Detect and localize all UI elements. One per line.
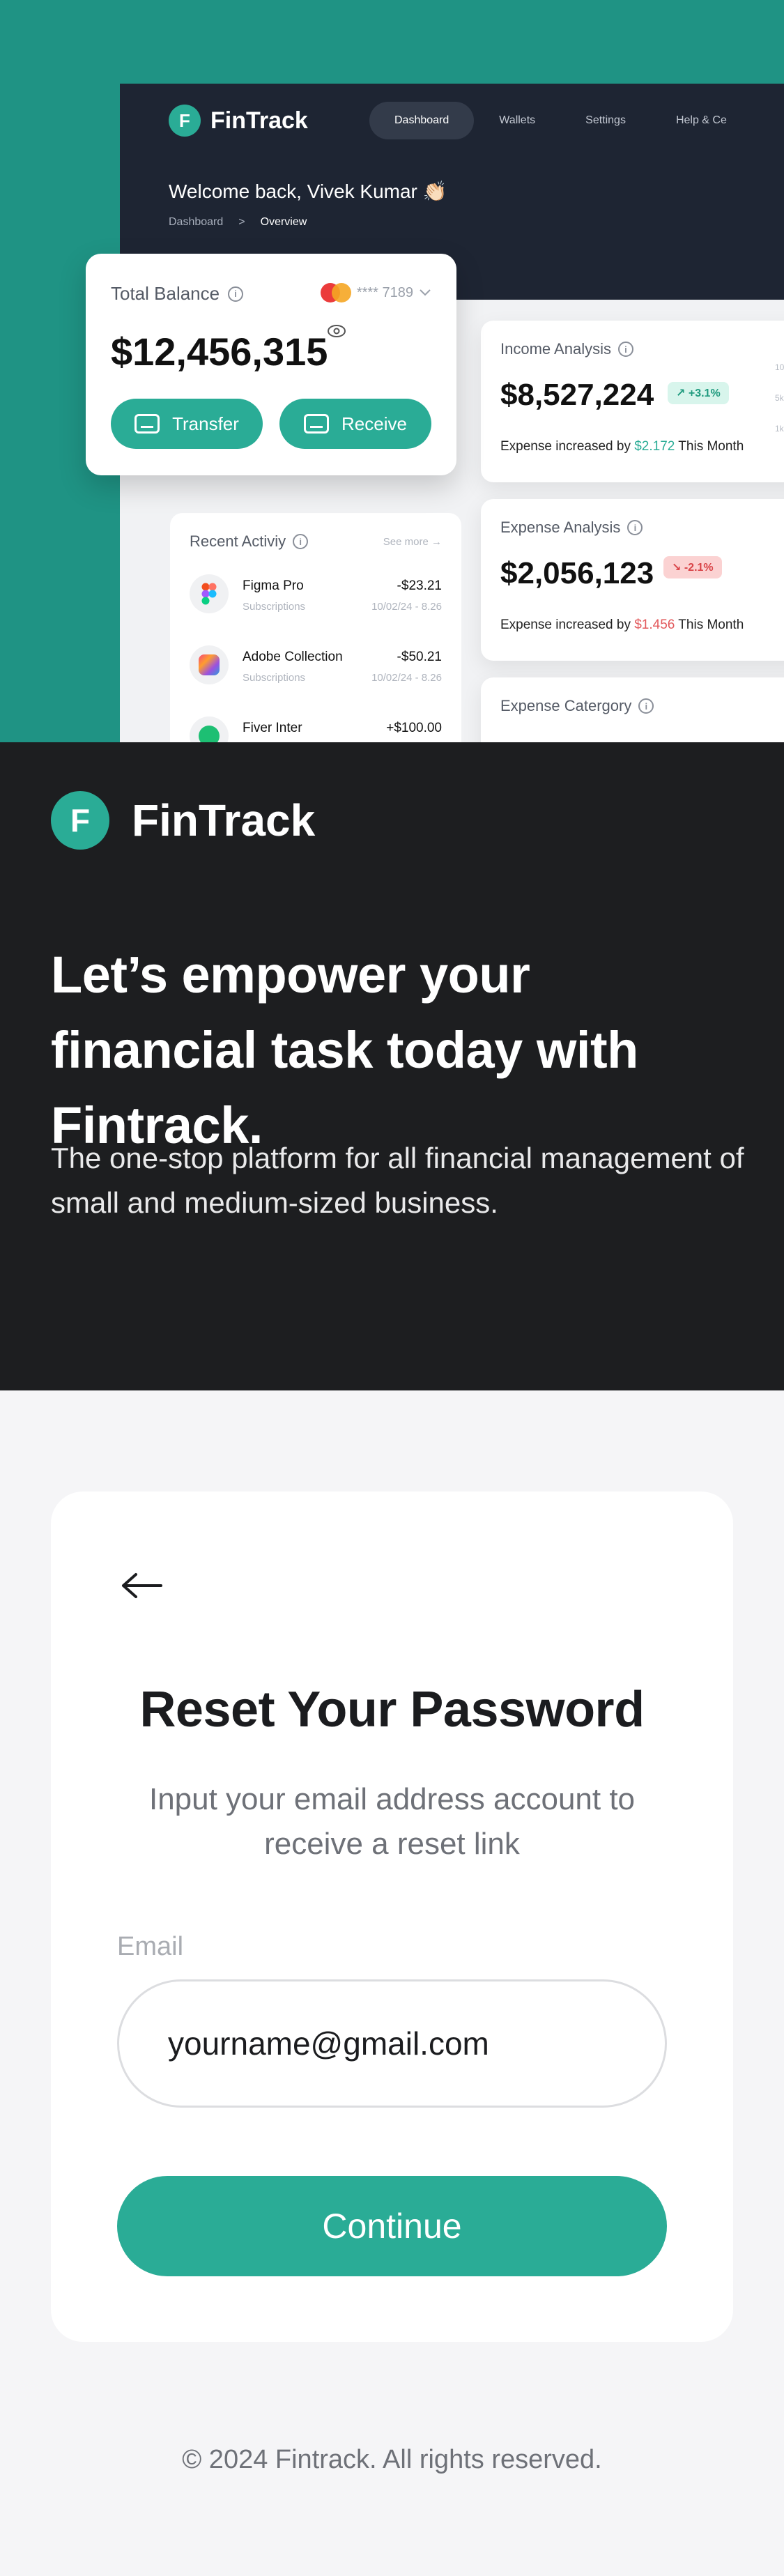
- chevron-down-icon: [420, 289, 431, 296]
- category-label-text: Expense Catergory: [500, 697, 632, 714]
- see-more-link[interactable]: See more →: [383, 536, 442, 548]
- activity-name: Adobe Collection: [243, 650, 343, 664]
- balance-label: Total Balance i: [111, 283, 244, 305]
- activity-title-text: Recent Activiy: [190, 532, 286, 550]
- card-selector[interactable]: **** 7189: [320, 283, 431, 302]
- axis-tick: 10: [775, 362, 784, 372]
- expense-change-badge: ↘ -2.1%: [663, 556, 722, 578]
- email-label: Email: [117, 1932, 184, 1961]
- info-icon[interactable]: i: [228, 286, 244, 302]
- income-mini-axis: 10 5k 1k: [775, 362, 784, 434]
- brand-name: FinTrack: [132, 795, 316, 845]
- logo-icon: F: [51, 791, 109, 850]
- expense-label: Expense Analysis i: [500, 519, 643, 537]
- info-icon[interactable]: i: [293, 534, 309, 549]
- expense-note-amount: $1.456: [634, 618, 675, 632]
- info-icon[interactable]: i: [638, 698, 654, 714]
- brand-logo[interactable]: F FinTrack: [51, 791, 315, 850]
- form-title: Reset Your Password: [139, 1682, 645, 1738]
- receive-label: Receive: [341, 413, 407, 434]
- arrow-left-icon: [122, 1573, 162, 1598]
- income-value: $8,527,224: [500, 378, 654, 412]
- expense-value: $2,056,123: [500, 556, 654, 590]
- transfer-button[interactable]: Transfer: [111, 399, 263, 449]
- activity-header: Recent Activiy i See more →: [190, 532, 442, 551]
- reset-password-card: Reset Your Password Input your email add…: [51, 1492, 733, 2342]
- income-note-amount: $2.172: [634, 439, 675, 454]
- axis-tick: 1k: [775, 424, 784, 434]
- expense-label-text: Expense Analysis: [500, 519, 621, 536]
- figma-icon: [190, 574, 229, 613]
- logo-icon: F: [169, 105, 201, 137]
- email-field[interactable]: [117, 1979, 667, 2108]
- activity-row[interactable]: Fiver Inter +$100.00: [190, 716, 442, 742]
- expense-category-card: Expense Catergory i: [481, 677, 784, 742]
- app-name: FinTrack: [210, 107, 308, 134]
- expense-analysis-card: Expense Analysis i $2,056,123 ↘ -2.1% Ex…: [481, 499, 784, 661]
- income-note: Expense increased by $2.172 This Month: [500, 439, 744, 454]
- receive-button[interactable]: Receive: [279, 399, 431, 449]
- income-note-suffix: This Month: [678, 439, 744, 454]
- card-mask: **** 7189: [356, 284, 413, 300]
- income-analysis-card: Income Analysis i $8,527,224 ↗ +3.1% Exp…: [481, 321, 784, 482]
- nav-settings[interactable]: Settings: [560, 102, 651, 139]
- intro-subline: The one-stop platform for all financial …: [51, 1142, 744, 1219]
- nav-dashboard[interactable]: Dashboard: [369, 102, 475, 139]
- activity-row[interactable]: Adobe Collection Subscriptions -$50.21 1…: [190, 645, 442, 694]
- dashboard-nav: Dashboard Wallets Settings Help & Ce: [369, 102, 752, 139]
- activity-title: Recent Activiy i: [190, 532, 309, 551]
- expense-note-prefix: Expense increased by: [500, 618, 631, 632]
- continue-button[interactable]: Continue: [117, 2176, 667, 2276]
- income-change-badge: ↗ +3.1%: [668, 382, 729, 404]
- income-label: Income Analysis i: [500, 340, 633, 358]
- intro-headline: Let’s empower your financial task today …: [51, 946, 638, 1154]
- welcome-text: Welcome back, Vivek Kumar 👏🏻: [169, 181, 447, 202]
- mastercard-icon: [320, 283, 351, 302]
- info-icon[interactable]: i: [617, 342, 633, 357]
- form-subtitle: Input your email address account to rece…: [148, 1782, 636, 1861]
- hero-section: F FinTrack Dashboard Wallets Settings He…: [0, 0, 784, 742]
- activity-amount: +$100.00: [386, 721, 442, 735]
- adobe-icon: [190, 645, 229, 684]
- transfer-icon: [134, 414, 160, 434]
- total-balance-card: Total Balance i **** 7189 $12,456,315 Tr…: [86, 254, 456, 475]
- expense-note: Expense increased by $1.456 This Month: [500, 618, 744, 633]
- info-icon[interactable]: i: [627, 520, 643, 535]
- balance-value: $12,456,315: [111, 330, 328, 374]
- breadcrumb: Dashboard > Overview: [169, 216, 307, 229]
- receive-icon: [304, 414, 330, 434]
- axis-tick: 5k: [775, 393, 784, 403]
- expense-note-suffix: This Month: [678, 618, 744, 632]
- back-button[interactable]: [118, 1561, 167, 1610]
- activity-date: 10/02/24 - 8.26: [371, 672, 442, 684]
- intro-section: F FinTrack Let’s empower your financial …: [0, 742, 784, 1390]
- activity-sub: Subscriptions: [243, 672, 306, 684]
- income-note-prefix: Expense increased by: [500, 439, 631, 454]
- category-label: Expense Catergory i: [500, 697, 654, 715]
- activity-name: Fiver Inter: [243, 721, 302, 735]
- recent-activity-card: Recent Activiy i See more → Figma Pro Su…: [170, 513, 461, 742]
- balance-label-text: Total Balance: [111, 283, 220, 304]
- activity-name: Figma Pro: [243, 578, 304, 593]
- nav-wallets[interactable]: Wallets: [474, 102, 560, 139]
- activity-date: 10/02/24 - 8.26: [371, 601, 442, 613]
- nav-help[interactable]: Help & Ce: [651, 102, 752, 139]
- income-label-text: Income Analysis: [500, 340, 611, 358]
- transfer-label: Transfer: [172, 413, 239, 434]
- footer-copyright: © 2024 Fintrack. All rights reserved.: [182, 2445, 602, 2474]
- activity-amount: -$23.21: [397, 578, 442, 593]
- fiverr-icon: [190, 716, 229, 742]
- breadcrumb-overview: Overview: [260, 216, 307, 228]
- breadcrumb-dashboard[interactable]: Dashboard: [169, 216, 223, 229]
- activity-sub: Subscriptions: [243, 601, 306, 613]
- dashboard-logo[interactable]: F FinTrack: [169, 105, 308, 137]
- breadcrumb-separator: >: [238, 216, 245, 228]
- eye-icon[interactable]: [327, 323, 346, 343]
- activity-amount: -$50.21: [397, 650, 442, 664]
- activity-row[interactable]: Figma Pro Subscriptions -$23.21 10/02/24…: [190, 574, 442, 623]
